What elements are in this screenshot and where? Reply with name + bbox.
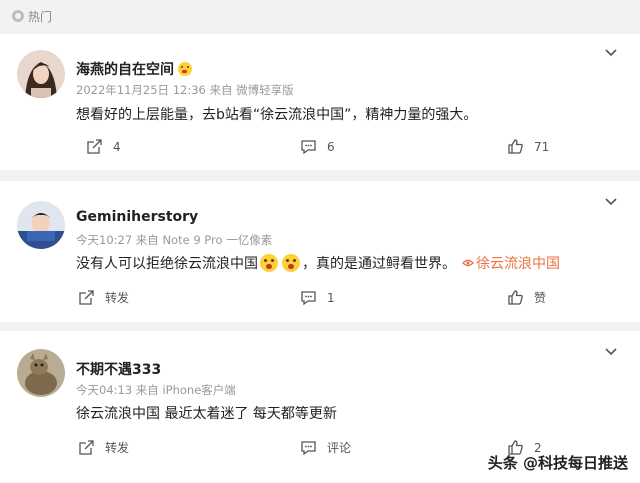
forward-icon — [87, 139, 102, 154]
avatar[interactable] — [17, 349, 65, 397]
forward-button[interactable]: 转发 — [78, 289, 129, 306]
username[interactable]: 海燕的自在空间 — [76, 59, 194, 79]
avatar[interactable] — [17, 201, 65, 249]
hot-label: 热门 — [28, 9, 53, 24]
forward-button[interactable]: 转发 — [78, 439, 129, 456]
comment-icon — [301, 140, 316, 155]
comment-count: 6 — [327, 139, 335, 154]
username[interactable]: Geminiherstory — [76, 209, 198, 225]
comment-text: 徐云流浪中国 最近太着迷了 每天都等更新 — [76, 406, 337, 422]
like-button[interactable]: 赞 — [507, 289, 546, 306]
comment-text: 想看好的上层能量，去b站看“徐云流浪中国”，精神力量的强大。 — [76, 107, 478, 123]
comment-button[interactable]: 6 — [300, 138, 335, 155]
comment-meta: 今天10:27 来自 Note 9 Pro 一亿像素 — [76, 233, 273, 247]
forward-count: 4 — [113, 139, 121, 154]
comment-icon — [301, 291, 316, 306]
hot-section-header: 热门 — [0, 0, 640, 32]
topic-icon — [462, 259, 474, 267]
watermark: 头条 @科技每日推送 — [487, 454, 628, 472]
comment-icon — [301, 441, 316, 456]
like-button[interactable]: 71 — [507, 138, 549, 155]
emoji-icon — [178, 62, 192, 76]
like-icon — [508, 290, 523, 305]
username-text[interactable]: 海燕的自在空间 — [76, 62, 174, 78]
forward-icon — [79, 290, 94, 305]
comment-button[interactable]: 评论 — [300, 439, 351, 456]
comment-meta: 今天04:13 来自 iPhone客户端 — [76, 383, 236, 397]
hot-icon — [12, 10, 24, 22]
like-count: 71 — [534, 139, 550, 154]
chevron-down-icon[interactable] — [604, 345, 618, 359]
emoji-icon — [260, 254, 278, 272]
forward-label: 转发 — [105, 441, 130, 455]
forward-label: 转发 — [105, 291, 130, 305]
comment-card: Geminiherstory 今天10:27 来自 Note 9 Pro 一亿像… — [0, 181, 640, 322]
comment-card: 海燕的自在空间 2022年11月25日 12:36 来自 微博轻享版 想看好的上… — [0, 34, 640, 170]
avatar[interactable] — [17, 50, 65, 98]
comment-label: 评论 — [327, 441, 352, 455]
chevron-down-icon[interactable] — [604, 46, 618, 60]
like-icon — [508, 139, 523, 154]
topic-link[interactable]: 徐云流浪中国 — [476, 256, 560, 272]
comment-text: 没有人可以拒绝徐云流浪中国 ，真的是通过鲟看世界。 徐云流浪中国 — [76, 253, 560, 273]
comment-count: 1 — [327, 290, 335, 305]
chevron-down-icon[interactable] — [604, 195, 618, 209]
comment-meta: 2022年11月25日 12:36 来自 微博轻享版 — [76, 83, 294, 97]
forward-icon — [79, 440, 94, 455]
forward-button[interactable]: 4 — [86, 138, 121, 155]
comment-text-prefix: 没有人可以拒绝徐云流浪中国 — [76, 256, 258, 272]
comment-button[interactable]: 1 — [300, 289, 335, 306]
like-label: 赞 — [534, 291, 547, 305]
comment-text-suffix: ，真的是通过鲟看世界。 — [302, 256, 456, 272]
username[interactable]: 不期不遇333 — [76, 359, 161, 379]
emoji-icon — [282, 254, 300, 272]
